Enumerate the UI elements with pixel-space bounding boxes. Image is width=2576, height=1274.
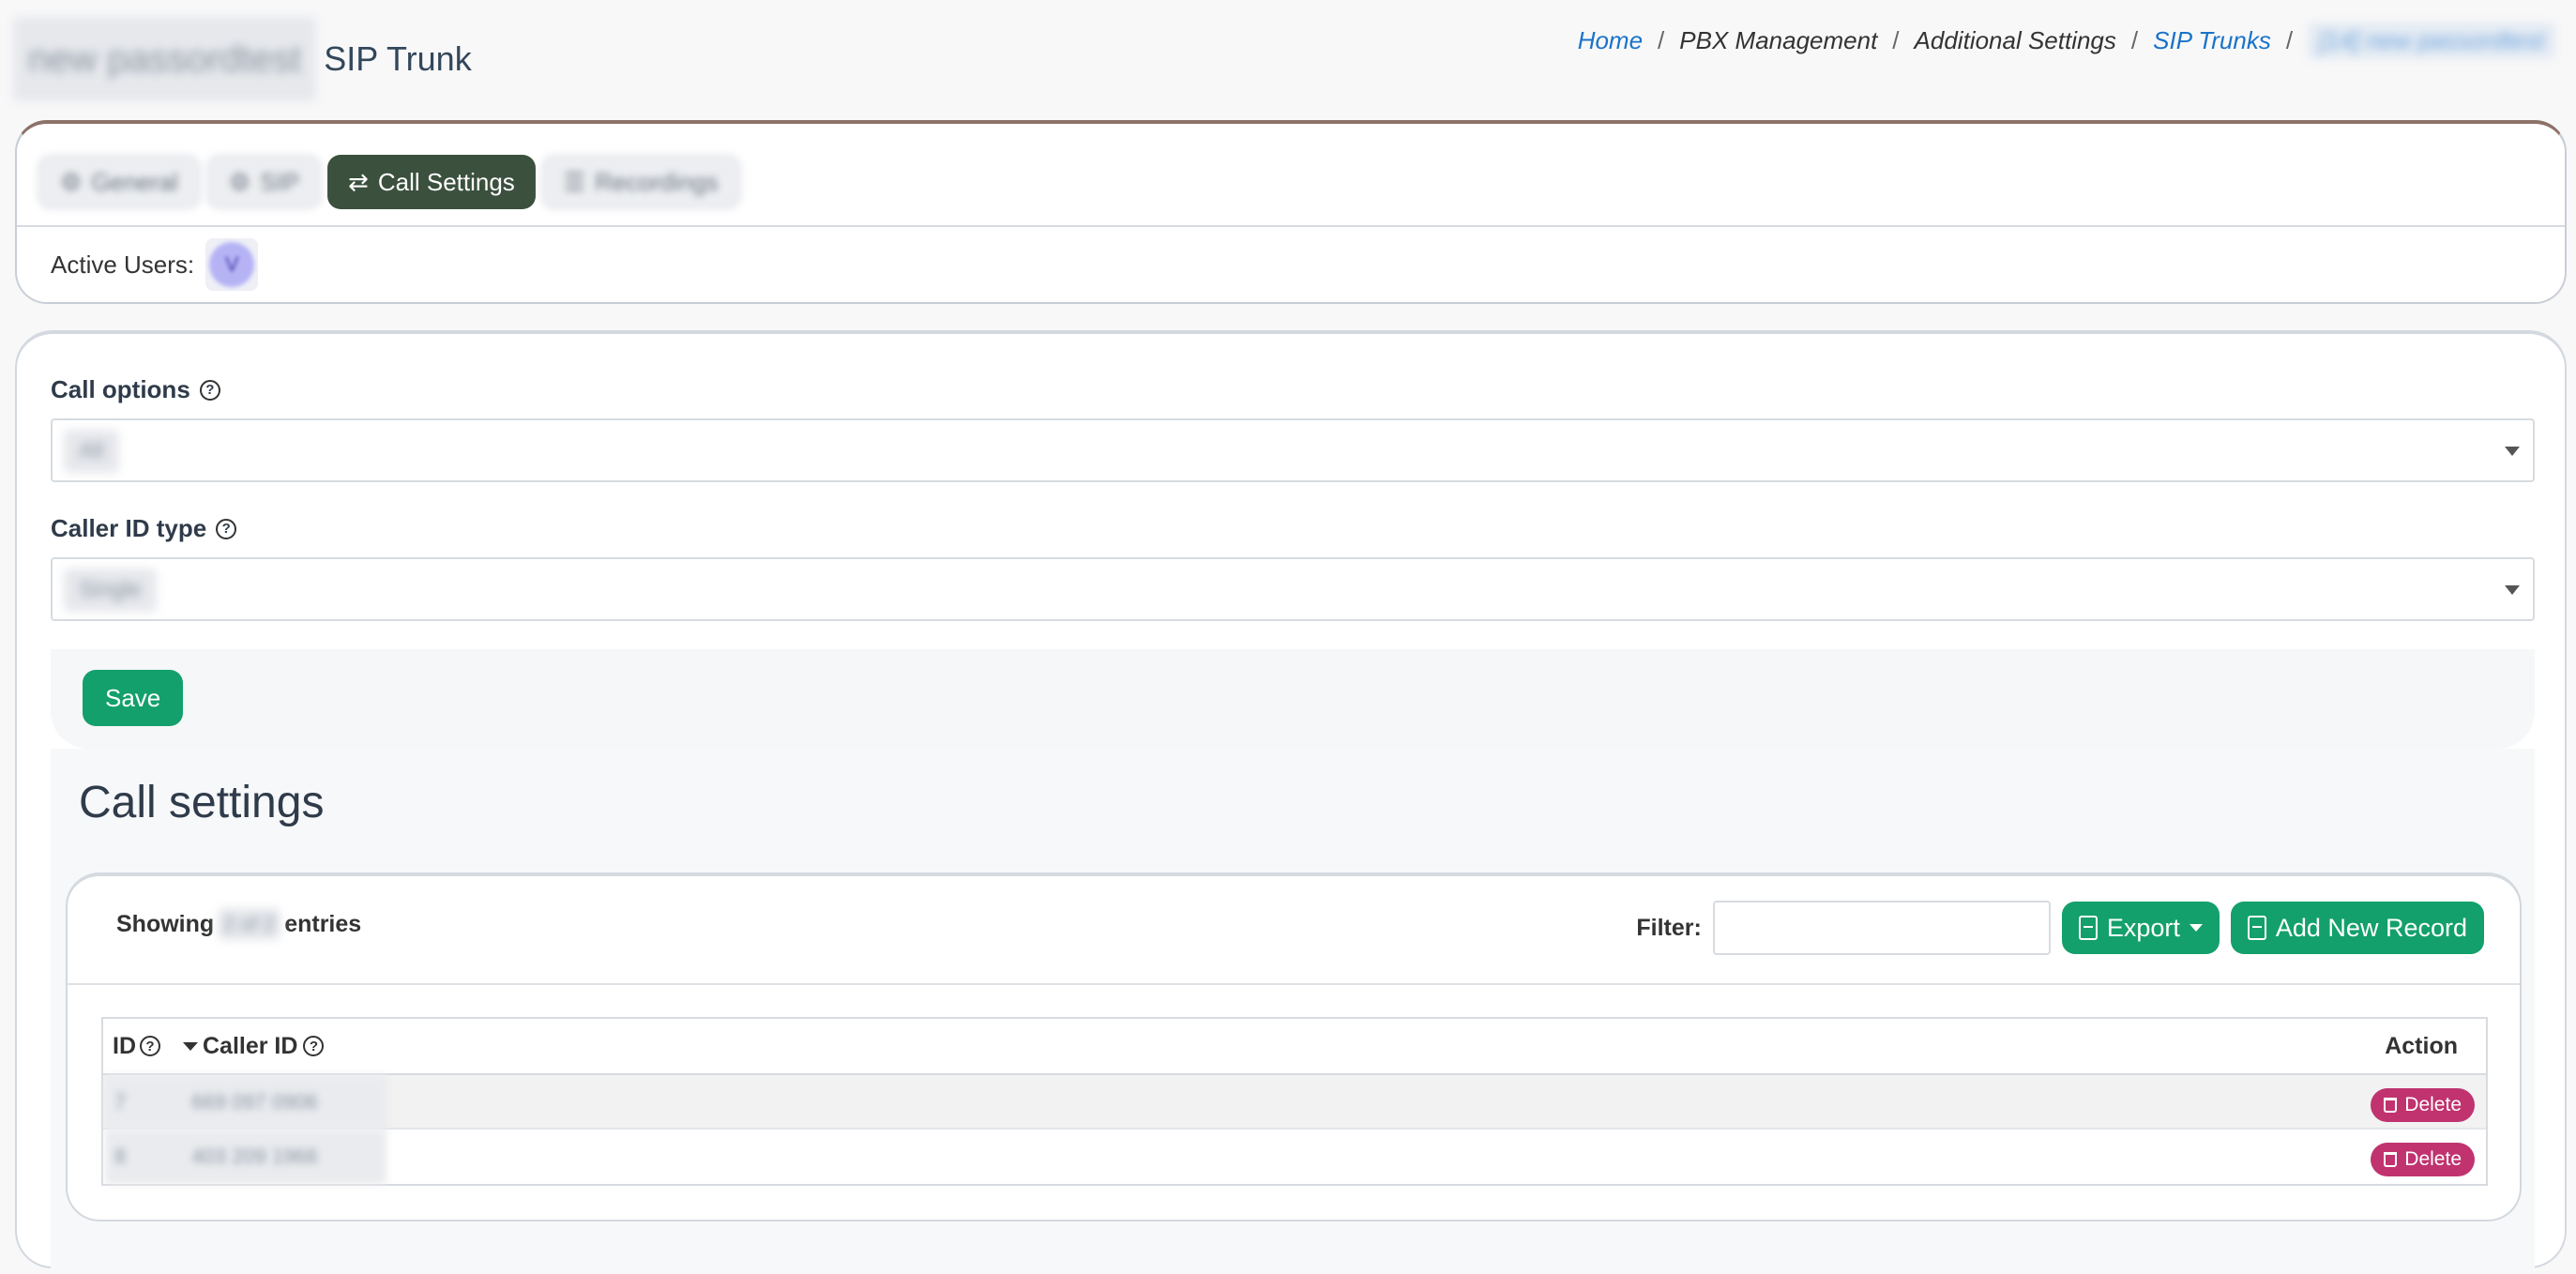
delete-label: Delete: [2404, 1148, 2462, 1170]
caller-id-type-label-text: Caller ID type: [51, 514, 207, 542]
entries-count: Showing 2 of 2 entries: [116, 908, 361, 940]
call-options-select[interactable]: All: [51, 418, 2535, 482]
file-excel-icon: [2078, 916, 2098, 940]
list-icon: ☰: [563, 167, 586, 196]
column-caller-id[interactable]: Caller ID ?: [203, 1032, 325, 1060]
breadcrumb-separator: /: [2130, 26, 2139, 54]
call-options-label: Call options ?: [51, 375, 220, 404]
tab-label: SIP: [260, 167, 300, 196]
column-action: Action: [2385, 1032, 2458, 1059]
cell-caller-id: 403 209 1966: [191, 1145, 318, 1168]
breadcrumb-separator: /: [2285, 26, 2294, 54]
trash-icon: [2384, 1152, 2398, 1167]
repeat-icon: ⇄: [348, 167, 369, 196]
page-title: SIP Trunk: [324, 39, 472, 78]
tab-bar: ⚙ General ⚙ SIP ⇄ Call Settings ☰ Record…: [38, 143, 741, 221]
breadcrumb-separator: /: [1658, 26, 1665, 54]
cell-caller-id: 669 097 0906: [191, 1090, 318, 1114]
column-id[interactable]: ID ?: [113, 1033, 198, 1060]
add-new-record-button[interactable]: Add New Record: [2230, 902, 2484, 954]
call-options-value: All: [64, 430, 119, 473]
showing-count: 2 of 2: [218, 908, 281, 940]
tab-sip[interactable]: ⚙ SIP: [205, 155, 323, 209]
breadcrumb: Home / PBX Management / Additional Setti…: [1578, 23, 2555, 59]
tab-label: Call Settings: [377, 167, 515, 196]
page-title-redacted: new passordtest: [13, 17, 317, 101]
active-users: Active Users: V: [51, 236, 259, 293]
file-plus-icon: [2247, 916, 2266, 940]
filter-input[interactable]: [1712, 901, 2051, 955]
page-header: new passordtest SIP Trunk: [13, 17, 472, 101]
help-icon[interactable]: ?: [303, 1036, 325, 1056]
gears-icon: ⚙: [228, 167, 251, 196]
call-settings-card: Call options ? All Caller ID type ? Sing…: [15, 330, 2567, 1274]
caller-id-type-select[interactable]: Single: [51, 557, 2535, 621]
export-button[interactable]: Export: [2061, 902, 2220, 954]
showing-suffix: entries: [284, 910, 362, 937]
form-actions: Save: [51, 649, 2535, 749]
breadcrumb-separator: /: [1892, 26, 1900, 54]
save-button[interactable]: Save: [83, 670, 184, 726]
column-id-label: ID: [113, 1032, 136, 1059]
caller-id-type-value: Single: [64, 569, 157, 612]
tab-call-settings[interactable]: ⇄ Call Settings: [327, 155, 536, 209]
avatar[interactable]: V: [205, 238, 259, 291]
tabs-card: ⚙ General ⚙ SIP ⇄ Call Settings ☰ Record…: [15, 120, 2567, 304]
delete-button[interactable]: Delete: [2371, 1088, 2475, 1122]
help-icon[interactable]: ?: [199, 379, 220, 401]
tab-label: Recordings: [595, 167, 719, 196]
export-label: Export: [2106, 913, 2180, 942]
sort-desc-icon[interactable]: [183, 1041, 198, 1051]
tab-label: General: [91, 167, 178, 196]
breadcrumb-pbx-management: PBX Management: [1679, 26, 1878, 54]
row-data-redacted: 8 403 209 1966: [105, 1130, 386, 1184]
call-options-label-text: Call options: [51, 375, 190, 403]
table-header: ID ? Caller ID ? Action: [103, 1019, 2486, 1075]
breadcrumb-current: [14] new passordtest: [2308, 23, 2555, 59]
active-users-label: Active Users:: [51, 250, 195, 279]
row-data-redacted: 7 669 097 0906: [105, 1075, 386, 1130]
delete-button[interactable]: Delete: [2371, 1143, 2475, 1176]
caller-id-type-label: Caller ID type ?: [51, 514, 237, 543]
cell-id: 8: [114, 1145, 127, 1168]
caller-id-table: ID ? Caller ID ? Action 7 669 097 0906 D…: [101, 1017, 2488, 1186]
breadcrumb-home[interactable]: Home: [1578, 26, 1643, 55]
filter-label: Filter:: [1636, 914, 1702, 941]
caller-id-table-card: Showing 2 of 2 entries Filter: Export Ad…: [66, 872, 2522, 1221]
breadcrumb-additional-settings: Additional Settings: [1914, 26, 2116, 54]
chevron-down-icon: [2505, 585, 2520, 595]
help-icon[interactable]: ?: [140, 1036, 160, 1056]
cell-id: 7: [114, 1090, 127, 1114]
table-toolbar: Filter: Export Add New Record: [1636, 901, 2484, 955]
avatar-initial: V: [209, 242, 255, 287]
chevron-down-icon: [2505, 447, 2520, 456]
table-row: 8 403 209 1966 Delete: [103, 1130, 2486, 1184]
gears-icon: ⚙: [60, 167, 83, 196]
breadcrumb-sip-trunks[interactable]: SIP Trunks: [2153, 26, 2271, 55]
tab-recordings[interactable]: ☰ Recordings: [540, 155, 741, 209]
tab-general[interactable]: ⚙ General: [38, 155, 201, 209]
help-icon[interactable]: ?: [216, 518, 237, 539]
trash-icon: [2384, 1098, 2398, 1113]
delete-label: Delete: [2404, 1094, 2462, 1115]
column-caller-id-label: Caller ID: [203, 1032, 298, 1059]
divider: [17, 225, 2565, 227]
section-title: Call settings: [79, 778, 325, 827]
add-label: Add New Record: [2275, 913, 2467, 942]
chevron-down-icon: [2189, 924, 2203, 932]
divider: [68, 983, 2520, 985]
call-settings-section: Call settings Showing 2 of 2 entries Fil…: [51, 749, 2535, 1274]
table-row: 7 669 097 0906 Delete: [103, 1075, 2486, 1130]
showing-prefix: Showing: [116, 910, 215, 937]
